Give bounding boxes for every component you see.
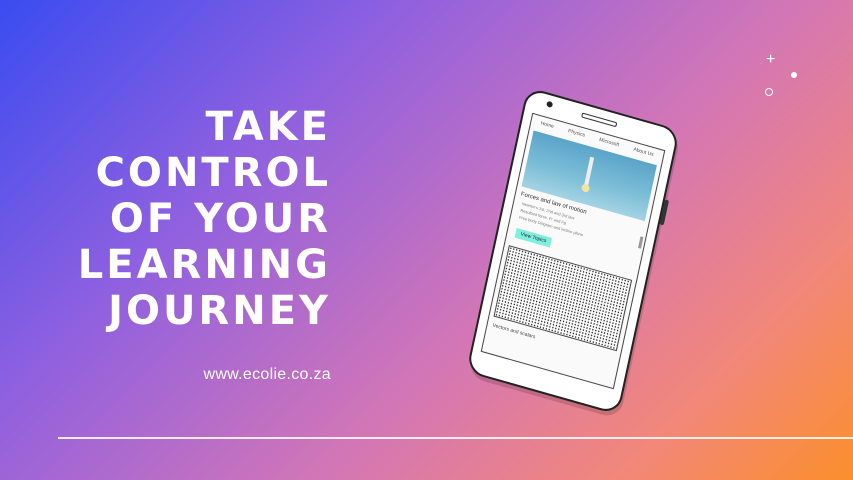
halftone-image: [493, 245, 633, 352]
ring-icon: [765, 88, 773, 96]
side-button: [659, 199, 670, 226]
scrollbar: [638, 236, 644, 249]
phone-screen: Home Physics Microsoft About Us Forces a…: [480, 112, 666, 390]
headline-line: CONTROL: [95, 150, 331, 196]
headline-line: OF YOUR: [109, 196, 331, 242]
dot-icon: [791, 72, 797, 78]
plus-icon: +: [766, 51, 776, 68]
headline: TAKE CONTROL OF YOUR LEARNING JOURNEY: [78, 104, 331, 334]
phone-nav-item: Physics: [567, 128, 586, 139]
headline-line: TAKE: [205, 104, 331, 150]
camera-icon: [546, 100, 554, 109]
phone-nav-item: About Us: [632, 146, 655, 159]
headline-line: JOURNEY: [108, 288, 331, 334]
speaker-icon: [581, 112, 618, 128]
phone-body: Home Physics Microsoft About Us Forces a…: [465, 86, 681, 416]
phone-illustration: Home Physics Microsoft About Us Forces a…: [455, 86, 695, 416]
website-url: www.ecolie.co.za: [203, 366, 331, 383]
divider: [58, 437, 853, 439]
rocket-icon: [583, 156, 595, 187]
view-topics-button: View Topics: [514, 227, 553, 248]
flame-icon: [580, 183, 591, 194]
phone-nav-item: Microsoft: [598, 136, 620, 149]
headline-line: LEARNING: [77, 242, 331, 288]
phone-nav-item: Home: [540, 120, 555, 130]
